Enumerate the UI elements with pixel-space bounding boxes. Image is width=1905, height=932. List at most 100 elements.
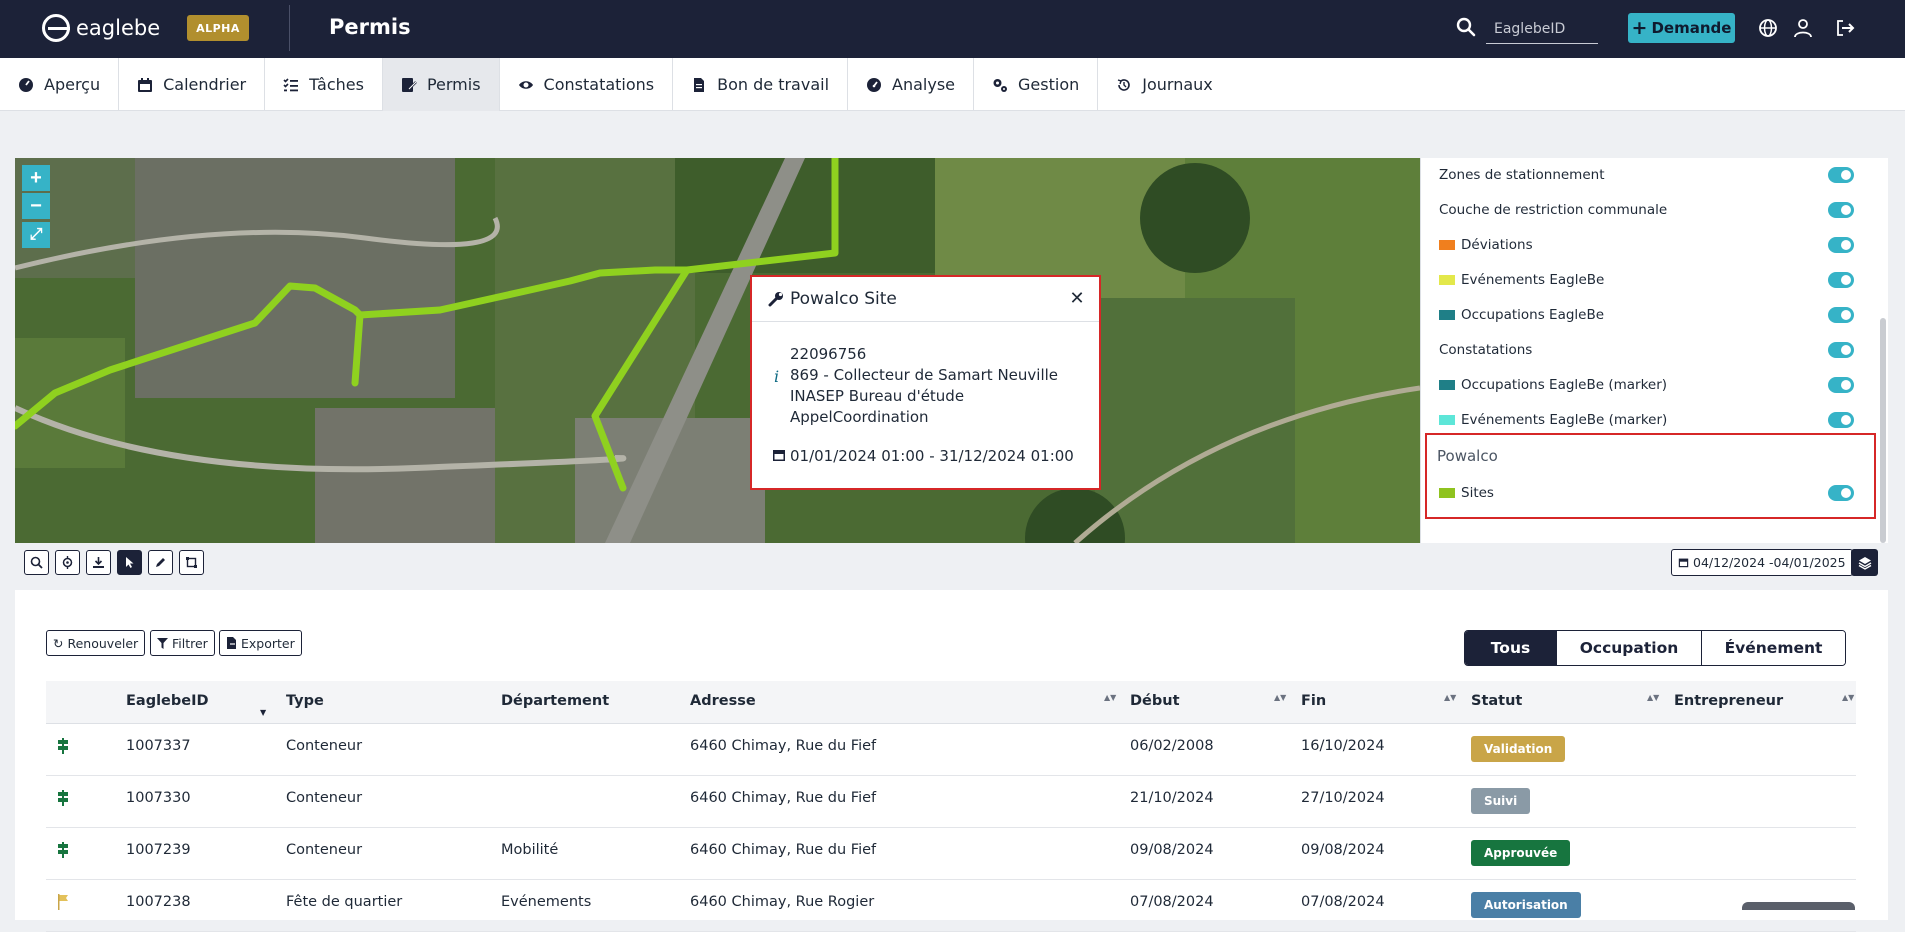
table-row[interactable]: 1007337 Conteneur 6460 Chimay, Rue du Fi… <box>46 724 1856 776</box>
zoom-out-button[interactable]: − <box>22 193 50 219</box>
calendar-icon <box>773 450 785 461</box>
layer-toggle[interactable] <box>1828 307 1854 323</box>
nav-item-permis[interactable]: Permis <box>382 58 500 111</box>
nav-item-analyse[interactable]: Analyse <box>848 58 975 111</box>
nav-item-gestion[interactable]: Gestion <box>974 58 1099 111</box>
logo-text: eaglebe <box>76 16 161 40</box>
nav-item-constatations[interactable]: Constatations <box>500 58 674 111</box>
signpost-icon <box>58 842 68 858</box>
export-button[interactable]: Exporter <box>219 630 302 656</box>
column-header[interactable]: Entrepreneur <box>1674 693 1783 709</box>
tab-occupation[interactable]: Occupation <box>1557 631 1702 665</box>
nav-item-journaux[interactable]: Journaux <box>1098 58 1231 111</box>
cell-dept: Mobilité <box>501 842 559 858</box>
legend-swatch <box>1439 380 1455 390</box>
plus-icon: + <box>1631 17 1648 39</box>
polygon-tool-button[interactable] <box>179 550 204 575</box>
popup-name: 869 - Collecteur de Samart Neuville <box>790 366 1059 384</box>
legend-label: Evénements EagleBe <box>1461 272 1605 288</box>
map-view[interactable]: + − ⤢ Powalco Site ✕ i 22096756 869 - Co… <box>15 158 1420 543</box>
layer-toggle[interactable] <box>1828 377 1854 393</box>
close-icon[interactable]: ✕ <box>1067 288 1087 308</box>
calendar-icon <box>1678 558 1689 568</box>
sort-icon[interactable]: ▲▼ <box>1104 693 1116 702</box>
fullscreen-button[interactable]: ⤢ <box>22 222 50 248</box>
layer-toggle[interactable] <box>1828 342 1854 358</box>
polygon-icon <box>186 557 197 568</box>
permit-icon <box>401 77 417 92</box>
map-tools <box>24 550 204 575</box>
column-header[interactable]: Fin <box>1301 693 1326 709</box>
sort-icon[interactable]: ▲▼ <box>1842 693 1854 702</box>
layer-toggle[interactable] <box>1828 167 1854 183</box>
filter-button[interactable]: Filtrer <box>150 630 215 656</box>
legend-swatch <box>1439 310 1455 320</box>
main-nav: Aperçu Calendrier Tâches Permis Constata… <box>0 58 1905 111</box>
logo[interactable]: eaglebe <box>42 14 160 42</box>
eaglebe-logo-icon <box>42 14 70 42</box>
status-badge: Validation <box>1471 736 1566 762</box>
column-header[interactable]: Adresse <box>690 693 756 709</box>
search-input[interactable] <box>1486 14 1598 44</box>
column-header[interactable]: Département <box>501 693 609 709</box>
nav-item-taches[interactable]: Tâches <box>265 58 383 111</box>
legend-swatch <box>1439 275 1455 285</box>
nav-item-apercu[interactable]: Aperçu <box>0 58 120 111</box>
refresh-icon: ↻ <box>53 635 64 651</box>
crosshair-icon <box>62 556 73 569</box>
layers-button[interactable] <box>1851 549 1878 576</box>
permit-list-panel: ↻ Renouveler Filtrer Exporter Tous Occupa… <box>15 590 1888 932</box>
locate-tool-button[interactable] <box>55 550 80 575</box>
layer-toggle[interactable] <box>1828 202 1854 218</box>
table-row[interactable]: 1007238 Fête de quartier Evénements 6460… <box>46 880 1856 932</box>
nav-item-label: Analyse <box>892 75 956 94</box>
sort-desc-icon[interactable]: ▼ <box>260 708 266 717</box>
layer-toggle[interactable] <box>1828 412 1854 428</box>
column-header[interactable]: Début <box>1130 693 1180 709</box>
table-row[interactable]: 1007239 Conteneur Mobilité 6460 Chimay, … <box>46 828 1856 880</box>
date-range-picker[interactable]: 04/12/2024 -04/01/2025 <box>1671 549 1853 576</box>
column-header[interactable]: Statut <box>1471 693 1522 709</box>
gauge-icon <box>867 77 882 92</box>
calendar-icon <box>138 77 153 92</box>
nav-item-label: Bon de travail <box>717 75 830 94</box>
legend-row: Zones de stationnement <box>1439 165 1858 185</box>
nav-item-calendrier[interactable]: Calendrier <box>119 58 266 111</box>
sort-icon[interactable]: ▲▼ <box>1274 693 1286 702</box>
select-tool-button[interactable] <box>117 550 142 575</box>
chat-widget-tab[interactable] <box>1742 902 1855 910</box>
eye-icon <box>518 80 533 89</box>
tab-evenement[interactable]: Événement <box>1702 631 1845 665</box>
layer-toggle[interactable] <box>1828 237 1854 253</box>
user-icon[interactable] <box>1792 17 1814 39</box>
layer-toggle[interactable] <box>1828 272 1854 288</box>
tab-tous[interactable]: Tous <box>1465 631 1557 665</box>
legend-label: Sites <box>1461 485 1494 501</box>
nav-item-bon-de-travail[interactable]: Bon de travail <box>673 58 849 111</box>
popup-title: Powalco Site <box>790 289 897 309</box>
cell-address: 6460 Chimay, Rue Rogier <box>690 894 875 910</box>
legend-group-title: Powalco <box>1437 447 1498 465</box>
globe-icon[interactable] <box>1757 17 1779 39</box>
popup-org: INASEP Bureau d'étude <box>790 387 965 405</box>
download-tool-button[interactable] <box>86 550 111 575</box>
sort-icon[interactable]: ▲▼ <box>1444 693 1456 702</box>
column-header[interactable]: Type <box>286 693 324 709</box>
search-tool-button[interactable] <box>24 550 49 575</box>
cell-id: 1007238 <box>126 894 191 910</box>
cell-start: 21/10/2024 <box>1130 790 1214 806</box>
column-header[interactable]: EaglebeID <box>126 693 209 709</box>
search-icon[interactable] <box>1456 17 1476 37</box>
sort-icon[interactable]: ▲▼ <box>1647 693 1659 702</box>
zoom-in-button[interactable]: + <box>22 165 50 191</box>
table-row[interactable]: 1007330 Conteneur 6460 Chimay, Rue du Fi… <box>46 776 1856 828</box>
new-request-button[interactable]: + Demande <box>1628 13 1735 43</box>
layer-toggle[interactable] <box>1828 485 1854 501</box>
cell-end: 07/08/2024 <box>1301 894 1385 910</box>
dashboard-icon <box>19 77 33 92</box>
cell-id: 1007239 <box>126 842 191 858</box>
legend-scrollbar[interactable] <box>1880 318 1886 543</box>
draw-tool-button[interactable] <box>148 550 173 575</box>
logout-icon[interactable] <box>1834 17 1856 39</box>
renew-button[interactable]: ↻ Renouveler <box>46 630 146 656</box>
